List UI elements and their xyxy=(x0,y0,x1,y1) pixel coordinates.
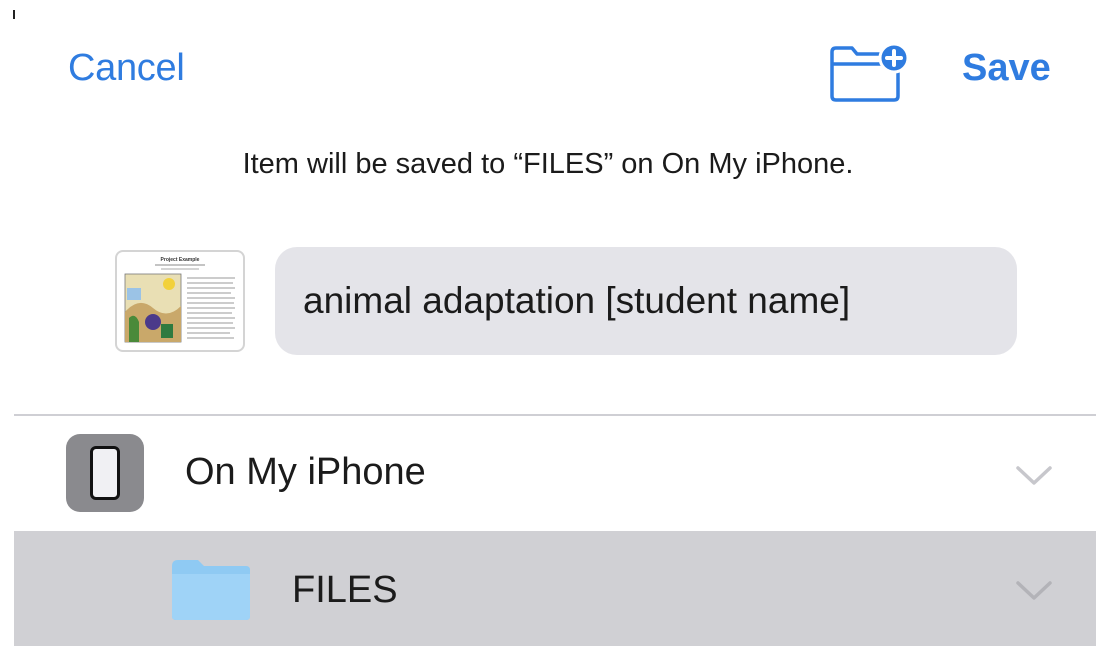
document-thumbnail: Project Example xyxy=(115,250,245,352)
location-label: On My iPhone xyxy=(185,451,426,493)
location-label: FILES xyxy=(292,569,398,611)
save-location-message: Item will be saved to “FILES” on On My i… xyxy=(242,148,854,180)
location-row-files[interactable]: FILES xyxy=(14,531,1096,646)
folder-plus-icon[interactable] xyxy=(828,42,912,102)
chevron-down-icon[interactable] xyxy=(1014,464,1054,488)
filename-input[interactable] xyxy=(303,280,1017,322)
thumbnail-title: Project Example xyxy=(161,257,200,263)
folder-icon xyxy=(172,560,250,620)
status-mark xyxy=(13,10,15,19)
iphone-icon xyxy=(66,434,144,512)
filename-field[interactable] xyxy=(275,247,1017,355)
save-button[interactable]: Save xyxy=(962,47,1051,90)
location-row-on-my-iphone[interactable]: On My iPhone xyxy=(14,416,1096,530)
chevron-down-icon[interactable] xyxy=(1014,579,1054,603)
cancel-button[interactable]: Cancel xyxy=(68,47,185,90)
